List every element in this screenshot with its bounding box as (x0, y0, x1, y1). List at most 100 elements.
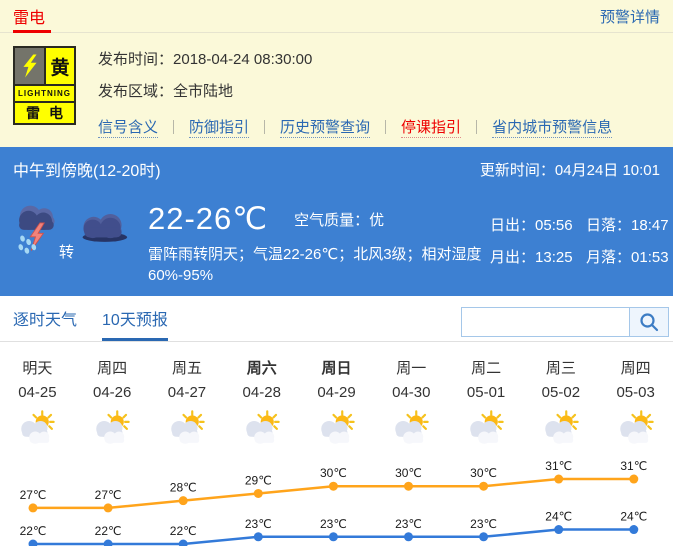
chart-point (29, 540, 38, 546)
chart-point-label: 29℃ (245, 473, 272, 487)
chart-point (179, 540, 188, 546)
alert-link-3[interactable]: 停课指引 (401, 116, 461, 138)
day-date: 05-01 (449, 384, 524, 401)
chart-point-label: 30℃ (470, 466, 497, 480)
forecast-days-row: 明天 04-25 周四 04-26 周五 04-27 周六 04-28 周日 0… (0, 342, 673, 451)
day-date: 04-26 (75, 384, 150, 401)
publish-area-label: 发布区域： (98, 83, 173, 100)
link-separator (385, 120, 386, 134)
moonrise-time: 月出：13:25 (490, 246, 586, 267)
chart-point-label: 22℃ (95, 524, 122, 538)
partly-cloudy-icon (316, 410, 358, 446)
chart-point-label: 22℃ (170, 524, 197, 538)
chart-point-label: 31℃ (545, 459, 572, 473)
badge-lightning-icon (15, 48, 44, 84)
day-name: 周三 (523, 357, 598, 375)
chart-point (29, 503, 38, 512)
air-quality-value: 优 (369, 212, 384, 229)
chart-point-label: 28℃ (170, 481, 197, 495)
day-name: 周日 (299, 357, 374, 375)
update-time-value: 04月24日 10:01 (555, 162, 660, 179)
sunrise-time: 日出：05:56 (490, 214, 586, 235)
badge-type: 雷电 (15, 103, 74, 123)
forecast-day-column[interactable]: 周五 04-27 (150, 357, 225, 451)
overcast-cloud-icon (77, 211, 129, 243)
current-weather-banner: 中午到傍晚(12-20时) 更新时间：04月24日 10:01 转 22-26℃… (0, 147, 673, 296)
publish-area-value: 全市陆地 (173, 83, 233, 100)
temperature-block: 22-26℃ 空气质量：优 雷阵雨转阴天；气温22-26℃；北风3级；相对湿度6… (148, 201, 490, 286)
chart-point (404, 482, 413, 491)
lightning-warning-badge: 黄 LIGHTNING 雷电 (13, 46, 76, 125)
forecast-day-column[interactable]: 周日 04-29 (299, 357, 374, 451)
forecast-section: 逐时天气 10天预报 明天 04-25 周四 04-26 周五 04-27 周六… (0, 296, 673, 546)
alert-link-4[interactable]: 省内城市预警信息 (492, 116, 612, 138)
day-date: 04-25 (0, 384, 75, 401)
badge-type-en: LIGHTNING (15, 86, 74, 101)
link-separator (264, 120, 265, 134)
alert-link-2[interactable]: 历史预警查询 (280, 116, 370, 138)
alert-link-0[interactable]: 信号含义 (98, 116, 158, 138)
chart-point-label: 30℃ (395, 466, 422, 480)
transition-label: 转 (59, 241, 74, 262)
chart-point-label: 31℃ (620, 459, 647, 473)
day-name: 周四 (75, 357, 150, 375)
chart-point (104, 540, 113, 546)
chart-point-label: 23℃ (245, 517, 272, 531)
chart-point-label: 30℃ (320, 466, 347, 480)
magnifier-icon (638, 311, 660, 333)
partly-cloudy-icon (16, 410, 58, 446)
lightning-alert-section: 雷电 预警详情 黄 LIGHTNING 雷电 发布时间：2018-04-24 0… (0, 0, 673, 147)
day-date: 05-03 (598, 384, 673, 401)
chart-point (554, 475, 563, 484)
moonset-time: 月落：01:53 (586, 246, 669, 267)
tab-lightning-alert[interactable]: 雷电 (13, 4, 45, 28)
sun-moon-times: 日出：05:56 日落：18:47 月出：13:25 月落：01:53 (490, 201, 671, 286)
tab-hourly-weather[interactable]: 逐时天气 (13, 306, 77, 341)
day-date: 04-29 (299, 384, 374, 401)
link-separator (476, 120, 477, 134)
weather-description: 雷阵雨转阴天；气温22-26℃；北风3级；相对湿度60%-95% (148, 244, 488, 286)
sunset-time: 日落：18:47 (586, 214, 669, 235)
day-date: 04-28 (224, 384, 299, 401)
forecast-day-column[interactable]: 周四 04-26 (75, 357, 150, 451)
partly-cloudy-icon (390, 410, 432, 446)
temperature-range: 22-26℃ (148, 201, 268, 237)
sunset-label: 日落： (586, 217, 631, 234)
forecast-tabbar: 逐时天气 10天预报 (0, 296, 673, 342)
forecast-day-column[interactable]: 周六 04-28 (224, 357, 299, 451)
chart-point (554, 525, 563, 534)
day-name: 周四 (598, 357, 673, 375)
alert-link-1[interactable]: 防御指引 (189, 116, 249, 138)
day-name: 周五 (150, 357, 225, 375)
chart-point (254, 532, 263, 541)
day-name: 周一 (374, 357, 449, 375)
chart-point-label: 22℃ (20, 524, 47, 538)
chart-point-label: 23℃ (320, 517, 347, 531)
forecast-day-column[interactable]: 周二 05-01 (449, 357, 524, 451)
day-date: 05-02 (523, 384, 598, 401)
chart-point (254, 489, 263, 498)
forecast-day-column[interactable]: 周一 04-30 (374, 357, 449, 451)
badge-level: 黄 (46, 48, 74, 84)
tab-ten-day-forecast[interactable]: 10天预报 (102, 306, 168, 341)
forecast-period: 中午到傍晚(12-20时) (13, 157, 161, 181)
chart-point-label: 27℃ (20, 488, 47, 502)
publish-time-label: 发布时间： (98, 51, 173, 68)
link-separator (173, 120, 174, 134)
search-input[interactable] (461, 307, 630, 337)
chart-point (179, 496, 188, 505)
forecast-day-column[interactable]: 周三 05-02 (523, 357, 598, 451)
temperature-trend-chart: 27℃27℃28℃29℃30℃30℃30℃31℃31℃22℃22℃22℃23℃2… (0, 451, 673, 546)
search-button[interactable] (630, 307, 669, 337)
partly-cloudy-icon (540, 410, 582, 446)
forecast-day-column[interactable]: 明天 04-25 (0, 357, 75, 451)
update-time-label: 更新时间： (480, 162, 555, 179)
moonset-label: 月落： (586, 249, 631, 266)
partly-cloudy-icon (166, 410, 208, 446)
alert-info: 发布时间：2018-04-24 08:30:00 发布区域：全市陆地 信号含义防… (76, 46, 612, 138)
day-date: 04-27 (150, 384, 225, 401)
alert-detail-link[interactable]: 预警详情 (600, 6, 660, 27)
chart-point (329, 482, 338, 491)
alert-tabbar: 雷电 预警详情 (0, 0, 673, 33)
forecast-day-column[interactable]: 周四 05-03 (598, 357, 673, 451)
